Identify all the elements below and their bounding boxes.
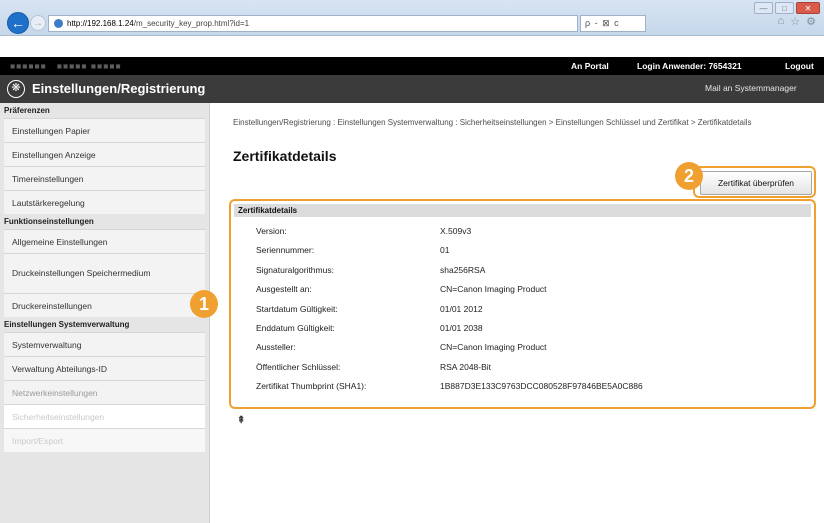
detail-value: 01/01 2038 [440,322,483,333]
detail-label: Startdatum Gültigkeit: [256,303,338,314]
detail-value: 01 [440,245,450,256]
arrow-left-icon: ← [11,15,25,31]
detail-value: CN=Canon Imaging Product [440,284,547,295]
detail-row: Zertifikat Thumbprint (SHA1): 1B887D3E133… [234,377,811,396]
panel-header: Zertifikatdetails [234,204,811,217]
detail-label: Seriennummer: [256,245,315,256]
login-user: Login Anwender: 7654321 [637,61,742,71]
detail-value: 01/01 2012 [440,303,483,314]
breadcrumb[interactable]: Einstellungen/Registrierung : Einstellun… [233,118,808,128]
app-title: Einstellungen/Registrierung [32,81,206,96]
mail-to-admin-link[interactable]: Mail an Systemmanager [705,83,797,93]
sidebar-item-display[interactable]: Einstellungen Anzeige [4,142,205,166]
gear-icon[interactable]: ⚙ [806,15,816,28]
sidebar-item-print-memory-media[interactable]: Druckeinstellungen Speichermedium [4,253,205,293]
detail-value: 1B887D3E133C9763DCC080528F97846BE5A0C886 [440,381,643,392]
detail-label: Version: [256,226,287,236]
detail-row: Seriennummer: 01 [234,241,811,260]
address-tools[interactable]: ρ - ⊠ c [580,15,646,32]
url-path: /m_security_key_prop.html?id=1 [133,19,250,28]
sidebar: Präferenzen Einstellungen Papier Einstel… [0,103,210,523]
detail-label: Zertifikat Thumbprint (SHA1): [256,381,367,392]
detail-row: Ausgestellt an: CN=Canon Imaging Product [234,280,811,299]
detail-label: Ausgestellt an: [256,284,312,295]
sidebar-category: Einstellungen Systemverwaltung [4,320,130,329]
screen: — □ ✕ ← → http://192.168.1.24/m_security… [0,0,824,523]
minimize-button[interactable]: — [754,2,773,14]
blurred-header-text: ■■■■■■ ■■■■■ ■■■■■ [10,61,122,71]
sidebar-item-general[interactable]: Allgemeine Einstellungen [4,229,205,253]
detail-value: sha256RSA [440,264,486,275]
callout-badge-1: 1 [190,290,218,318]
account-bar: ■■■■■■ ■■■■■ ■■■■■ An Portal Login Anwen… [0,57,824,75]
sidebar-item-system-management[interactable]: Systemverwaltung [4,332,205,356]
browser-toolbar: — □ ✕ ← → http://192.168.1.24/m_security… [0,0,824,36]
detail-row: Öffentlicher Schlüssel: RSA 2048-Bit [234,358,811,377]
back-to-top-icon[interactable]: ⇞ [237,415,245,426]
sidebar-item-department-id[interactable]: Verwaltung Abteilungs-ID [4,356,205,380]
detail-row: Enddatum Gültigkeit: 01/01 2038 [234,319,811,338]
detail-value: X.509v3 [440,226,472,236]
page-title: Zertifikatdetails [233,148,337,164]
detail-label: Aussteller: [256,342,296,353]
detail-row: Startdatum Gültigkeit: 01/01 2012 [234,300,811,319]
detail-label: Enddatum Gültigkeit: [256,322,335,333]
certificate-details-panel: Zertifikatdetails Version: X.509v3 Serien… [234,204,811,404]
sidebar-item-import-export[interactable]: Import/Export [4,428,205,452]
detail-row: Signaturalgorithmus: sha256RSA [234,261,811,280]
sidebar-item-security[interactable]: Sicherheitseinstellungen [4,404,205,428]
title-bar: ❋ Einstellungen/Registrierung Mail an Sy… [0,75,824,103]
detail-value: CN=Canon Imaging Product [440,342,547,353]
close-window-button[interactable]: ✕ [796,2,820,14]
sidebar-item-network[interactable]: Netzwerkeinstellungen [4,380,205,404]
address-bar[interactable]: http://192.168.1.24/m_security_key_prop.… [48,15,578,32]
check-certificate-button[interactable]: Zertifikat überprüfen [700,171,812,195]
url-host: http://192.168.1.24 [67,19,134,28]
logout-link[interactable]: Logout [785,57,814,75]
arrow-right-icon: → [33,18,43,29]
window-controls: — □ ✕ [754,2,820,14]
sidebar-category: Präferenzen [4,106,50,115]
detail-row: Version: X.509v3 [234,222,811,241]
maximize-button[interactable]: □ [775,2,794,14]
detail-label: Signaturalgorithmus: [256,264,334,275]
star-icon[interactable]: ☆ [790,15,800,28]
home-icon[interactable]: ⌂ [778,15,785,28]
sidebar-item-paper[interactable]: Einstellungen Papier [4,118,205,142]
settings-registration-icon: ❋ [7,80,25,98]
ie-page-icon [54,19,63,28]
sidebar-item-timer[interactable]: Timereinstellungen [4,166,205,190]
sidebar-item-printer[interactable]: Druckereinstellungen [4,293,205,317]
detail-label: Öffentlicher Schlüssel: [256,361,341,372]
callout-badge-2: 2 [675,162,703,190]
sidebar-category: Funktionseinstellungen [4,217,94,226]
detail-value: RSA 2048-Bit [440,361,492,372]
portal-link[interactable]: An Portal [571,57,609,75]
browser-icons: ⌂ ☆ ⚙ [778,15,816,28]
sidebar-item-volume[interactable]: Lautstärkeregelung [4,190,205,214]
forward-button[interactable]: → [30,15,46,31]
detail-row: Aussteller: CN=Canon Imaging Product [234,338,811,357]
back-button[interactable]: ← [7,12,29,34]
